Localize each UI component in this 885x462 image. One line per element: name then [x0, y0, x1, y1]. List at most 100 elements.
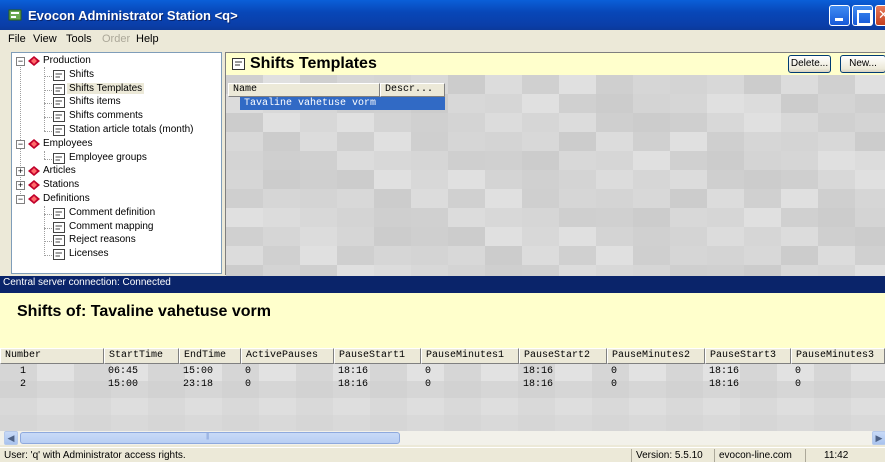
- close-button[interactable]: [875, 5, 885, 26]
- tree-item-station-article-totals-month[interactable]: Station article totals (month): [12, 124, 221, 138]
- column-header[interactable]: PauseStart1: [334, 348, 421, 364]
- grid-background-tile: [300, 246, 337, 265]
- grid-background-tile: [596, 75, 633, 94]
- grid-background-tile: [596, 246, 633, 265]
- column-header[interactable]: Number: [0, 348, 104, 364]
- column-header[interactable]: EndTime: [179, 348, 241, 364]
- tree-line: [44, 255, 52, 257]
- menu-file[interactable]: File: [8, 33, 26, 45]
- grid-background-tile: [522, 75, 559, 94]
- horizontal-scrollbar[interactable]: ◀ ▶: [0, 431, 885, 445]
- grid-background-tile: [855, 75, 885, 94]
- maximize-button[interactable]: [852, 5, 873, 26]
- grid-background-tile: [148, 415, 185, 431]
- shifts-panel-title: Shifts of: Tavaline vahetuse vorm: [17, 303, 271, 320]
- grid-background-tile: [111, 398, 148, 415]
- delete-button[interactable]: Delete...: [788, 55, 831, 73]
- grid-background-tile: [851, 381, 885, 398]
- grid-background-tile: [855, 170, 885, 189]
- grid-background-tile: [411, 151, 448, 170]
- tree-expander-icon[interactable]: −: [16, 195, 25, 204]
- table-cell: 1: [20, 366, 27, 377]
- tree-item-employee-groups[interactable]: Employee groups: [12, 152, 221, 166]
- grid-background-tile: [596, 94, 633, 113]
- column-header-name[interactable]: Name: [228, 83, 380, 97]
- tree-item-licenses[interactable]: Licenses: [12, 248, 221, 262]
- grid-background-tile: [633, 170, 670, 189]
- scroll-right-icon[interactable]: ▶: [872, 431, 885, 445]
- grid-background-tile: [629, 398, 666, 415]
- tree-item-shifts-comments[interactable]: Shifts comments: [12, 110, 221, 124]
- grid-background-tile: [485, 246, 522, 265]
- scrollbar-thumb[interactable]: [20, 432, 400, 444]
- column-header[interactable]: ActivePauses: [241, 348, 334, 364]
- navigation-tree[interactable]: − Production Shifts Shifts Templates Shifts …: [11, 52, 222, 274]
- new-button[interactable]: New...: [840, 55, 885, 73]
- tree-item-employees[interactable]: − Employees: [12, 138, 221, 152]
- tree-item-label: Shifts: [69, 68, 95, 80]
- tree-item-articles[interactable]: + Articles: [12, 165, 221, 179]
- table-cell: 18:16: [523, 379, 554, 390]
- tree-document-icon: [53, 249, 65, 261]
- document-icon: [232, 58, 245, 70]
- grid-background-tile: [855, 189, 885, 208]
- tree-document-icon: [53, 207, 65, 219]
- grid-background-tile: [411, 189, 448, 208]
- tree-expander-icon[interactable]: +: [16, 167, 25, 177]
- grid-background-tile: [370, 415, 407, 431]
- tree-folder-icon: [28, 166, 40, 177]
- grid-background-tile: [485, 75, 522, 94]
- menu-order[interactable]: Order: [102, 33, 130, 45]
- grid-background-tile: [670, 265, 707, 276]
- grid-background-tile: [448, 94, 485, 113]
- grid-background-tile: [485, 189, 522, 208]
- menu-view[interactable]: View: [33, 33, 57, 45]
- tree-item-comment-definition[interactable]: Comment definition: [12, 207, 221, 221]
- minimize-button[interactable]: [829, 5, 850, 26]
- templates-grid[interactable]: Name Descr... Tavaline vahetuse vorm: [226, 75, 885, 276]
- grid-background-tile: [707, 189, 744, 208]
- grid-background-tile: [448, 265, 485, 276]
- tree-item-production[interactable]: − Production: [12, 55, 221, 69]
- tree-document-icon: [53, 152, 65, 164]
- menu-help[interactable]: Help: [136, 33, 159, 45]
- column-header-description[interactable]: Descr...: [380, 83, 445, 97]
- grid-background-tile: [670, 75, 707, 94]
- column-header[interactable]: PauseMinutes1: [421, 348, 519, 364]
- column-header[interactable]: PauseStart3: [705, 348, 791, 364]
- grid-background-tile: [226, 227, 263, 246]
- column-header[interactable]: PauseMinutes3: [791, 348, 885, 364]
- app-icon: [8, 9, 22, 21]
- grid-background-tile: [703, 415, 740, 431]
- table-row[interactable]: Tavaline vahetuse vorm: [240, 97, 445, 110]
- table-cell: 18:16: [338, 379, 369, 390]
- tree-item-shifts[interactable]: Shifts: [12, 69, 221, 83]
- column-header[interactable]: StartTime: [104, 348, 179, 364]
- grid-background-tile: [596, 151, 633, 170]
- grid-background-tile: [448, 75, 485, 94]
- grid-background-tile: [263, 189, 300, 208]
- column-header[interactable]: PauseMinutes2: [607, 348, 705, 364]
- grid-background-tile: [781, 189, 818, 208]
- tree-item-definitions[interactable]: − Definitions: [12, 193, 221, 207]
- menu-tools[interactable]: Tools: [66, 33, 92, 45]
- grid-background-tile: [814, 398, 851, 415]
- grid-background-tile: [337, 189, 374, 208]
- tree-expander-icon[interactable]: −: [16, 57, 25, 66]
- tree-expander-icon[interactable]: +: [16, 181, 25, 191]
- tree-item-shifts-items[interactable]: Shifts items: [12, 96, 221, 110]
- column-header[interactable]: PauseStart2: [519, 348, 607, 364]
- tree-expander-icon[interactable]: −: [16, 139, 25, 149]
- title-bar[interactable]: Evocon Administrator Station <q>: [0, 0, 885, 30]
- grid-background-tile: [263, 208, 300, 227]
- tree-item-reject-reasons[interactable]: Reject reasons: [12, 234, 221, 248]
- grid-background-tile: [670, 208, 707, 227]
- tree-item-stations[interactable]: + Stations: [12, 179, 221, 193]
- scroll-left-icon[interactable]: ◀: [4, 431, 18, 445]
- grid-background-tile: [670, 227, 707, 246]
- grid-background-tile: [744, 132, 781, 151]
- tree-item-shifts-templates[interactable]: Shifts Templates: [12, 82, 221, 97]
- shifts-grid[interactable]: Number StartTime EndTime ActivePauses PauseS…: [0, 348, 885, 431]
- grid-background-tile: [448, 227, 485, 246]
- tree-item-comment-mapping[interactable]: Comment mapping: [12, 221, 221, 235]
